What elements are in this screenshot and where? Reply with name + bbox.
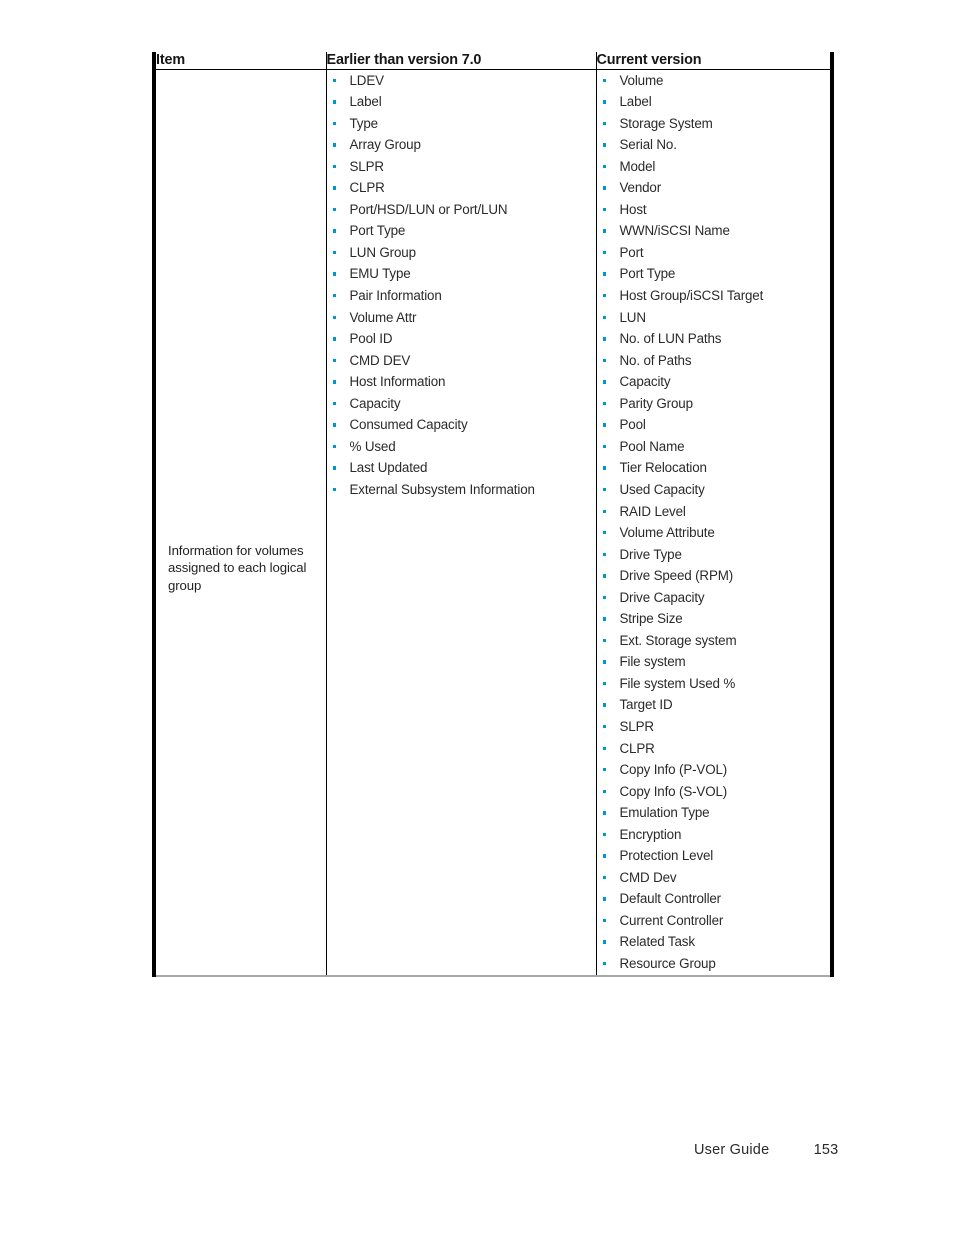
list-item: SLPR bbox=[327, 156, 596, 178]
list-item: Port Type bbox=[327, 220, 596, 242]
list-item: % Used bbox=[327, 436, 596, 458]
list-item: Pool Name bbox=[597, 436, 831, 458]
list-item: Volume Attribute bbox=[597, 522, 831, 544]
list-item: Capacity bbox=[597, 371, 831, 393]
item-description-text: Information for volumes assigned to each… bbox=[168, 542, 307, 593]
list-item: No. of Paths bbox=[597, 350, 831, 372]
list-item: Stripe Size bbox=[597, 608, 831, 630]
list-item: Current Controller bbox=[597, 910, 831, 932]
list-item: Pool bbox=[597, 414, 831, 436]
comparison-table: Item Earlier than version 7.0 Current ve… bbox=[152, 52, 834, 977]
list-item: SLPR bbox=[597, 716, 831, 738]
list-item: RAID Level bbox=[597, 501, 831, 523]
list-item: CMD DEV bbox=[327, 350, 596, 372]
current-version-list: Volume Label Storage System Serial No. Model… bbox=[597, 70, 831, 975]
list-item: Used Capacity bbox=[597, 479, 831, 501]
table-row: Information for volumes assigned to each… bbox=[154, 69, 832, 977]
document-page: Item Earlier than version 7.0 Current ve… bbox=[0, 0, 954, 1235]
list-item: No. of LUN Paths bbox=[597, 328, 831, 350]
list-item: LUN bbox=[597, 307, 831, 329]
list-item: Emulation Type bbox=[597, 802, 831, 824]
list-item: Copy Info (P-VOL) bbox=[597, 759, 831, 781]
list-item: Serial No. bbox=[597, 134, 831, 156]
list-item: Target ID bbox=[597, 694, 831, 716]
list-item: File system Used % bbox=[597, 673, 831, 695]
list-item: Copy Info (S-VOL) bbox=[597, 781, 831, 803]
list-item: Related Task bbox=[597, 931, 831, 953]
list-item: WWN/iSCSI Name bbox=[597, 220, 831, 242]
list-item: Encryption bbox=[597, 824, 831, 846]
list-item: Pool ID bbox=[327, 328, 596, 350]
list-item: Array Group bbox=[327, 134, 596, 156]
list-item: Resource Group bbox=[597, 953, 831, 975]
list-item: File system bbox=[597, 651, 831, 673]
list-item: Host Group/iSCSI Target bbox=[597, 285, 831, 307]
list-item: Last Updated bbox=[327, 457, 596, 479]
list-item: EMU Type bbox=[327, 263, 596, 285]
list-item: Port bbox=[597, 242, 831, 264]
column-header-item: Item bbox=[154, 52, 326, 70]
list-item: Label bbox=[327, 91, 596, 113]
table-header-row: Item Earlier than version 7.0 Current ve… bbox=[154, 52, 832, 70]
earlier-version-list: LDEV Label Type Array Group SLPR CLPR Port/HSD… bbox=[327, 70, 596, 501]
footer-guide-label: User Guide bbox=[694, 1142, 770, 1158]
list-item: Ext. Storage system bbox=[597, 630, 831, 652]
list-item: Volume Attr bbox=[327, 307, 596, 329]
list-item: Label bbox=[597, 91, 831, 113]
list-item: CLPR bbox=[597, 738, 831, 760]
cell-earlier-version: LDEV Label Type Array Group SLPR CLPR Port/HSD… bbox=[325, 69, 596, 977]
list-item: Tier Relocation bbox=[597, 457, 831, 479]
table-body: Information for volumes assigned to each… bbox=[154, 69, 832, 977]
list-item: Protection Level bbox=[597, 845, 831, 867]
list-item: LUN Group bbox=[327, 242, 596, 264]
list-item: Vendor bbox=[597, 177, 831, 199]
list-item: Host Information bbox=[327, 371, 596, 393]
column-header-earlier-version: Earlier than version 7.0 bbox=[325, 52, 596, 70]
list-item: Consumed Capacity bbox=[327, 414, 596, 436]
list-item: CLPR bbox=[327, 177, 596, 199]
cell-item-description: Information for volumes assigned to each… bbox=[154, 69, 326, 977]
footer-inner: User Guide 153 bbox=[694, 1142, 838, 1158]
list-item: Host bbox=[597, 199, 831, 221]
list-item: Port Type bbox=[597, 263, 831, 285]
list-item: Type bbox=[327, 113, 596, 135]
list-item: Model bbox=[597, 156, 831, 178]
comparison-table-container: Item Earlier than version 7.0 Current ve… bbox=[152, 52, 834, 977]
list-item: LDEV bbox=[327, 70, 596, 92]
list-item: Capacity bbox=[327, 393, 596, 415]
list-item: Default Controller bbox=[597, 888, 831, 910]
list-item: Parity Group bbox=[597, 393, 831, 415]
list-item: Storage System bbox=[597, 113, 831, 135]
list-item: Port/HSD/LUN or Port/LUN bbox=[327, 199, 596, 221]
list-item: External Subsystem Information bbox=[327, 479, 596, 501]
list-item: Drive Capacity bbox=[597, 587, 831, 609]
list-item: Volume bbox=[597, 70, 831, 92]
footer-page-number: 153 bbox=[813, 1142, 839, 1158]
column-header-current-version: Current version bbox=[595, 52, 832, 70]
list-item: Drive Speed (RPM) bbox=[597, 565, 831, 587]
table-header: Item Earlier than version 7.0 Current ve… bbox=[154, 52, 832, 70]
list-item: Drive Type bbox=[597, 544, 831, 566]
cell-current-version: Volume Label Storage System Serial No. Model… bbox=[595, 69, 832, 977]
list-item: Pair Information bbox=[327, 285, 596, 307]
list-item: CMD Dev bbox=[597, 867, 831, 889]
